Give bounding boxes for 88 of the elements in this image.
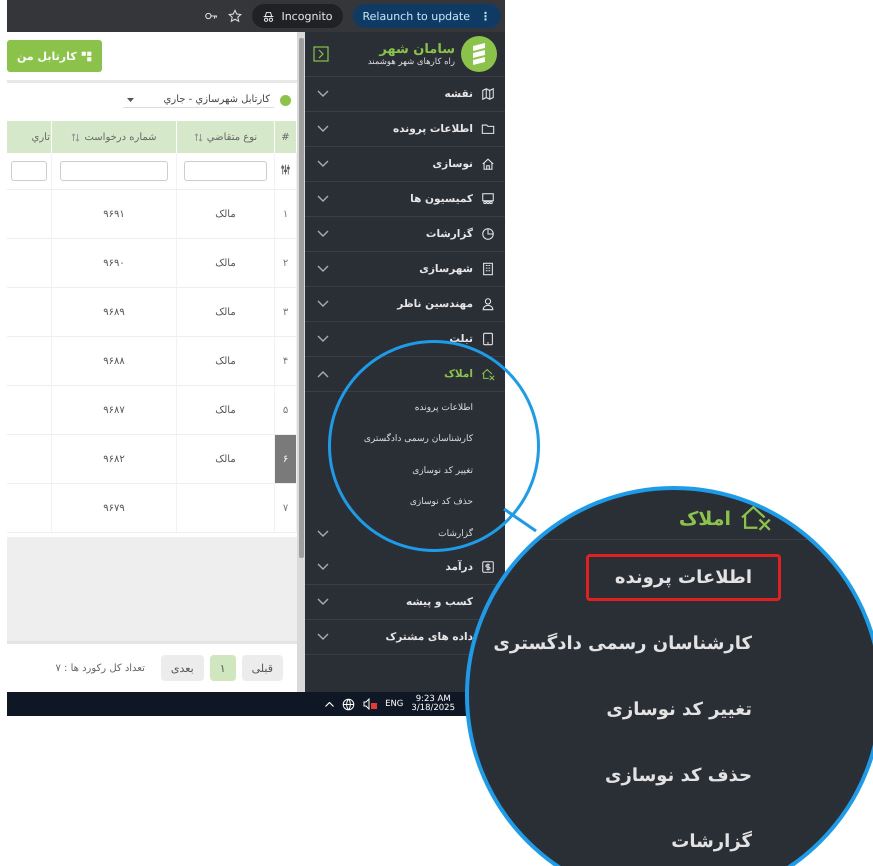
app-subtitle: راه کارهای شهر هوشمند <box>366 56 455 66</box>
pie-chart-icon <box>481 227 495 241</box>
chevron-icon[interactable] <box>317 370 329 378</box>
filter-field[interactable] <box>184 161 268 181</box>
submenu-item[interactable]: تغییر کد نوسازی <box>305 455 505 486</box>
submenu-item[interactable]: گزارشات <box>305 518 505 550</box>
table-cell: ۹۶۹۰ <box>52 238 176 288</box>
page-button[interactable]: ۱ <box>210 655 236 681</box>
table-cell: مالک <box>176 434 274 484</box>
filter-field[interactable] <box>60 161 168 181</box>
table-cell: مالک <box>176 190 274 238</box>
map-icon <box>481 87 495 101</box>
person-icon <box>481 297 495 311</box>
house-tools-icon <box>741 506 771 531</box>
grid-icon <box>80 50 92 62</box>
chevron-icon[interactable] <box>317 265 329 273</box>
chevron-icon[interactable] <box>317 300 329 308</box>
chevron-icon[interactable] <box>317 195 329 203</box>
globe-icon <box>342 698 356 710</box>
magnified-submenu-item: اطلاعات پرونده <box>586 554 781 601</box>
row-number-cell[interactable]: ۶ <box>274 434 296 484</box>
chevron-icon[interactable] <box>317 632 329 640</box>
menu-item[interactable]: تبلت <box>305 322 505 357</box>
table-cell: ۹۶۸۸ <box>52 336 176 386</box>
menu-item[interactable]: شهرسازی <box>305 252 505 287</box>
record-count: تعداد کل رکورد ها : ۷ <box>56 662 145 674</box>
menu-item[interactable]: اطلاعات پرونده <box>305 112 505 147</box>
filter-field[interactable] <box>10 161 48 181</box>
leader-line <box>500 505 540 535</box>
clock-date[interactable]: 3/18/2025 <box>411 704 455 714</box>
table-cell: ۹۶۹۱ <box>52 190 176 238</box>
magnified-submenu-item: گزارشات <box>670 830 753 854</box>
submenu-item[interactable]: کارشناسان رسمی دادگستری <box>305 424 505 455</box>
cartable-dropdown[interactable]: کارتابل شهرسازي - جاري <box>122 92 274 108</box>
previous-button[interactable]: قبلی <box>242 655 283 681</box>
tablet-icon <box>481 332 495 346</box>
dropdown-caret-icon <box>126 98 134 102</box>
collapse-icon[interactable] <box>313 46 329 62</box>
chevron-icon[interactable] <box>317 530 329 538</box>
folder-icon <box>481 122 495 136</box>
magnified-submenu-item: حذف کد نوسازی <box>604 764 753 788</box>
scrollbar[interactable] <box>297 32 305 692</box>
chevron-icon[interactable] <box>317 160 329 168</box>
language-indicator[interactable]: ENG <box>385 699 404 709</box>
chevron-icon[interactable] <box>317 562 329 570</box>
menu-item[interactable]: گزارشات <box>305 217 505 252</box>
dollar-icon <box>481 560 495 574</box>
column-header[interactable]: تاري <box>7 121 52 153</box>
table-cell: ۹۶۷۹ <box>52 484 176 532</box>
relaunch-button[interactable]: Relaunch to update ⋮ <box>352 4 501 28</box>
filter-icon <box>280 164 291 175</box>
muted-speaker-icon[interactable] <box>363 698 378 710</box>
table-cell: مالک <box>176 288 274 336</box>
table-cell: مالک <box>176 336 274 386</box>
status-dot <box>280 94 291 106</box>
chevron-icon[interactable] <box>317 598 329 606</box>
star-icon <box>228 9 242 23</box>
tray-caret-icon[interactable] <box>325 702 334 706</box>
submenu-item[interactable]: اطلاعات پرونده <box>305 392 505 424</box>
column-header[interactable]: شماره درخواست <box>52 121 176 153</box>
table-cell: مالک <box>176 386 274 434</box>
magnified-menu-title: املاک <box>678 508 731 530</box>
logo-icon <box>461 36 497 72</box>
incognito-icon <box>262 10 276 22</box>
column-header[interactable]: نوع متقاضي <box>176 121 274 153</box>
incognito-indicator[interactable]: Incognito <box>252 4 343 28</box>
chevron-icon[interactable] <box>317 335 329 343</box>
menu-item[interactable]: کمیسیون ها <box>305 182 505 217</box>
menu-item[interactable]: نوسازی <box>305 147 505 182</box>
chevron-icon[interactable] <box>317 125 329 133</box>
column-header: # <box>274 121 296 153</box>
menu-item[interactable]: مهندسین ناظر <box>305 287 505 322</box>
people-icon <box>481 192 495 206</box>
building-icon <box>481 262 495 276</box>
app-title: سامان شهر <box>378 42 455 56</box>
menu-item[interactable]: املاک <box>305 357 505 392</box>
chevron-icon[interactable] <box>317 90 329 98</box>
table-cell: ۹۶۸۹ <box>52 288 176 336</box>
chevron-icon[interactable] <box>317 230 329 238</box>
table-cell: مالک <box>176 238 274 288</box>
table-cell: ۹۶۸۲ <box>52 434 176 484</box>
menu-item[interactable]: نقشه <box>305 77 505 112</box>
home-icon <box>481 157 495 171</box>
table-cell: ۹۶۸۷ <box>52 386 176 434</box>
next-button[interactable]: بعدی <box>160 655 204 681</box>
house-tools-icon <box>481 367 495 381</box>
clock-time[interactable]: 9:23 AM <box>416 694 451 704</box>
magnified-submenu-item: تغییر کد نوسازی <box>605 698 753 722</box>
